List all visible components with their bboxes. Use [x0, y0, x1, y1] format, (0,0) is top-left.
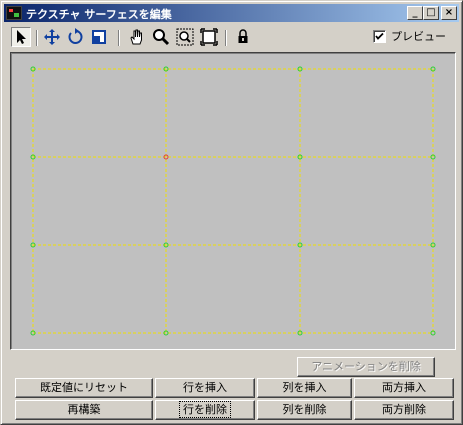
delete-both-button[interactable]: 両方削除	[354, 400, 454, 420]
window-title: テクスチャ サーフェスを編集	[26, 8, 172, 21]
rotate-tool-button[interactable]	[66, 27, 86, 47]
scale-tool-button[interactable]	[90, 27, 110, 47]
insert-both-button[interactable]: 両方挿入	[354, 378, 454, 398]
zoom-extents-tool-button[interactable]	[199, 27, 219, 47]
zoom-region-icon	[176, 28, 194, 46]
delete-row-button[interactable]: 行を削除	[155, 400, 255, 420]
texture-edit-viewport[interactable]	[10, 52, 456, 350]
rotate-icon	[68, 28, 83, 44]
lock-tool-button[interactable]	[233, 27, 253, 47]
minimize-button[interactable]: _	[407, 6, 423, 20]
select-arrow-icon	[17, 30, 26, 44]
lattice-grid[interactable]	[11, 53, 455, 349]
delete-column-button[interactable]: 列を削除	[257, 400, 352, 420]
zoom-icon	[153, 29, 170, 46]
reset-default-button[interactable]: 既定値にリセット	[15, 378, 153, 398]
rebuild-button[interactable]: 再構築	[15, 400, 153, 420]
zoom-region-tool-button[interactable]	[175, 27, 195, 47]
toolbar-separator	[225, 30, 227, 46]
select-tool-button[interactable]	[11, 27, 31, 47]
title-bar[interactable]: テクスチャ サーフェスを編集 _ □ ×	[4, 4, 459, 22]
preview-label: プレビュー	[391, 30, 446, 43]
maximize-button[interactable]: □	[423, 6, 439, 20]
delete-animation-button[interactable]: アニメーションを削除	[297, 357, 435, 377]
preview-checkbox[interactable]	[373, 29, 386, 43]
close-button[interactable]: ×	[441, 6, 457, 20]
checkmark-icon	[375, 32, 384, 40]
preview-checkbox-group[interactable]: プレビュー	[373, 29, 446, 43]
move-icon	[44, 29, 60, 45]
toolbar-separator	[36, 30, 38, 46]
insert-row-button[interactable]: 行を挿入	[155, 378, 255, 398]
lattice-points[interactable]	[30, 66, 436, 336]
zoom-tool-button[interactable]	[151, 27, 171, 47]
move-tool-button[interactable]	[42, 27, 62, 47]
edit-texture-surface-window: テクスチャ サーフェスを編集 _ □ × プレビュー アニメーションを削除 既定…	[0, 0, 463, 425]
zoom-extents-icon	[200, 28, 218, 46]
scale-icon	[92, 30, 106, 44]
pan-tool-button[interactable]	[127, 27, 147, 47]
app-icon[interactable]	[6, 6, 22, 20]
toolbar-separator	[118, 30, 120, 46]
lattice-lines	[32, 68, 434, 334]
insert-column-button[interactable]: 列を挿入	[257, 378, 352, 398]
pan-hand-icon	[130, 29, 142, 45]
lock-icon	[238, 29, 248, 43]
